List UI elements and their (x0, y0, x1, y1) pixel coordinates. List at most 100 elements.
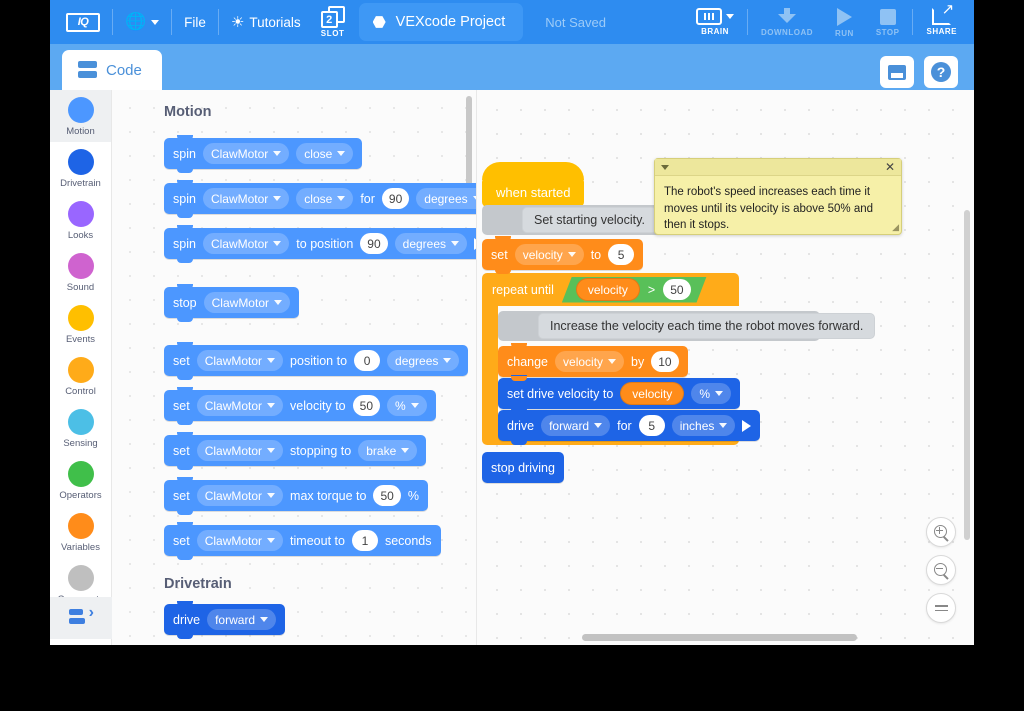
help-button[interactable]: ? (924, 56, 958, 88)
category-drivetrain[interactable]: Drivetrain (50, 142, 111, 194)
palette-block-spin[interactable]: spin ClawMotor close (164, 135, 363, 173)
language-selector[interactable]: 🌐 (115, 7, 169, 37)
variable-reporter[interactable]: velocity (576, 278, 640, 301)
direction-dropdown[interactable]: forward (207, 609, 277, 630)
workspace-vertical-scrollbar[interactable] (964, 210, 970, 540)
palette-block-stop[interactable]: stop ClawMotor (164, 284, 299, 322)
brain-button[interactable]: BRAIN (685, 8, 745, 36)
block-word: spin (173, 146, 196, 161)
workspace-comment-increase-velocity[interactable]: Increase the velocity each time the robo… (498, 311, 876, 341)
block-drive-for[interactable]: drive forward for 5 inches (498, 407, 761, 445)
unit-dropdown[interactable]: degrees (394, 233, 468, 254)
device-dropdown[interactable]: ClawMotor (202, 188, 290, 209)
category-color-dot (67, 201, 94, 227)
zoom-out-button[interactable] (926, 555, 956, 585)
device-dropdown[interactable]: ClawMotor (196, 485, 284, 506)
collapse-caret-icon[interactable] (661, 164, 669, 170)
amount-input[interactable]: 50 (352, 395, 380, 416)
run-block-icon[interactable] (742, 419, 752, 432)
category-control[interactable]: Control (50, 350, 111, 402)
direction-dropdown[interactable]: forward (541, 415, 611, 436)
workspace-comment-set-starting-velocity[interactable]: Set starting velocity. (482, 205, 670, 235)
value-input[interactable]: 5 (608, 244, 635, 265)
stop-button[interactable]: STOP (865, 8, 911, 37)
code-workspace[interactable]: when started Set starting velocity. set … (476, 90, 974, 645)
unit-dropdown[interactable]: inches (671, 415, 736, 436)
block-set-velocity[interactable]: set velocity to 5 (482, 236, 644, 274)
file-menu-button[interactable]: File (174, 10, 216, 35)
amount-input[interactable]: 0 (354, 350, 381, 371)
amount-input[interactable]: 90 (381, 188, 410, 209)
block-change-velocity[interactable]: change velocity by 10 (498, 343, 688, 381)
stopping-mode-dropdown[interactable]: brake (358, 440, 418, 461)
palette-block-spin-to-position[interactable]: spin ClawMotor to position 90 degrees (164, 225, 476, 263)
device-dropdown[interactable]: ClawMotor (196, 350, 284, 371)
category-variables[interactable]: Variables (50, 506, 111, 558)
download-button[interactable]: DOWNLOAD (750, 7, 824, 37)
stop-icon (879, 8, 896, 25)
project-name-field[interactable]: VEXcode Project (358, 3, 524, 41)
value-input[interactable]: 10 (651, 351, 679, 372)
palette-block-set-max-torque[interactable]: set ClawMotor max torque to 50 % (164, 477, 428, 515)
palette-block-set-stopping[interactable]: set ClawMotor stopping to brake (164, 432, 427, 470)
palette-block-set-velocity[interactable]: set ClawMotor velocity to 50 % (164, 387, 436, 425)
share-button[interactable]: SHARE (915, 2, 968, 36)
tab-code[interactable]: Code (62, 50, 162, 90)
device-info-button[interactable] (880, 56, 914, 88)
workspace-note[interactable]: ✕ The robot's speed increases each time … (654, 158, 902, 235)
resize-grip-icon[interactable]: ◢ (892, 222, 899, 233)
device-dropdown[interactable]: ClawMotor (202, 233, 290, 254)
category-looks[interactable]: Looks (50, 194, 111, 246)
palette-block-spin-for[interactable]: spin ClawMotor close for 90 degrees (164, 180, 476, 218)
device-dropdown[interactable]: ClawMotor (203, 292, 290, 313)
device-dropdown[interactable]: ClawMotor (196, 530, 284, 551)
block-stop-driving[interactable]: stop driving (482, 452, 564, 483)
category-operators[interactable]: Operators (50, 454, 111, 506)
category-events[interactable]: Events (50, 298, 111, 350)
variable-reporter[interactable]: velocity (620, 382, 685, 405)
amount-input[interactable]: 50 (373, 485, 401, 506)
block-palette[interactable]: Motion spin ClawMotor close spin ClawMot… (112, 90, 476, 645)
toggle-text-code-button[interactable] (50, 597, 112, 639)
amount-input[interactable]: 90 (360, 233, 388, 254)
run-button[interactable]: RUN (824, 7, 865, 38)
distance-input[interactable]: 5 (638, 415, 665, 436)
palette-block-drive[interactable]: drive forward (164, 601, 286, 639)
variable-dropdown[interactable]: velocity (555, 351, 625, 372)
palette-block-set-position[interactable]: set ClawMotor position to 0 degrees (164, 342, 469, 380)
block-set-drive-velocity[interactable]: set drive velocity to velocity % (498, 375, 740, 413)
workspace-horizontal-scrollbar[interactable] (582, 634, 857, 641)
device-dropdown[interactable]: ClawMotor (202, 143, 290, 164)
c-block-slot[interactable]: Increase the velocity each time the robo… (498, 306, 876, 445)
category-sensing[interactable]: Sensing (50, 402, 111, 454)
unit-dropdown[interactable]: % (387, 395, 427, 416)
variable-dropdown[interactable]: velocity (514, 244, 584, 265)
close-icon[interactable]: ✕ (885, 161, 895, 173)
tutorials-button[interactable]: ☀ Tutorials (221, 8, 311, 36)
category-motion[interactable]: Motion (50, 90, 111, 142)
zoom-reset-button[interactable] (926, 593, 956, 623)
repeat-until-header[interactable]: repeat until velocity > 50 (482, 273, 739, 306)
download-icon (775, 7, 799, 26)
threshold-input[interactable]: 50 (663, 279, 690, 300)
slot-selector[interactable]: 2 SLOT (311, 6, 355, 38)
vex-iq-logo-button[interactable]: IQ (56, 8, 110, 37)
condition-greater-than[interactable]: velocity > 50 (562, 277, 707, 303)
direction-dropdown[interactable]: close (296, 143, 354, 164)
zoom-in-button[interactable] (926, 517, 956, 547)
block-when-started[interactable]: when started (482, 162, 585, 211)
block-word: drive (173, 612, 201, 627)
block-repeat-until[interactable]: repeat until velocity > 50 Increase the … (482, 273, 876, 445)
unit-dropdown[interactable]: degrees (416, 188, 476, 209)
top-toolbar: IQ 🌐 File ☀ Tutorials 2 SLOT VEXcode Pro… (50, 0, 974, 44)
amount-input[interactable]: 1 (351, 530, 378, 551)
palette-scrollbar[interactable] (466, 96, 472, 196)
device-dropdown[interactable]: ClawMotor (196, 395, 284, 416)
device-dropdown[interactable]: ClawMotor (196, 440, 284, 461)
direction-dropdown[interactable]: close (296, 188, 354, 209)
category-sound[interactable]: Sound (50, 246, 111, 298)
category-label: Motion (66, 126, 95, 137)
palette-block-set-timeout[interactable]: set ClawMotor timeout to 1 seconds (164, 522, 441, 560)
unit-dropdown[interactable]: degrees (387, 350, 460, 371)
unit-dropdown[interactable]: % (691, 383, 731, 404)
